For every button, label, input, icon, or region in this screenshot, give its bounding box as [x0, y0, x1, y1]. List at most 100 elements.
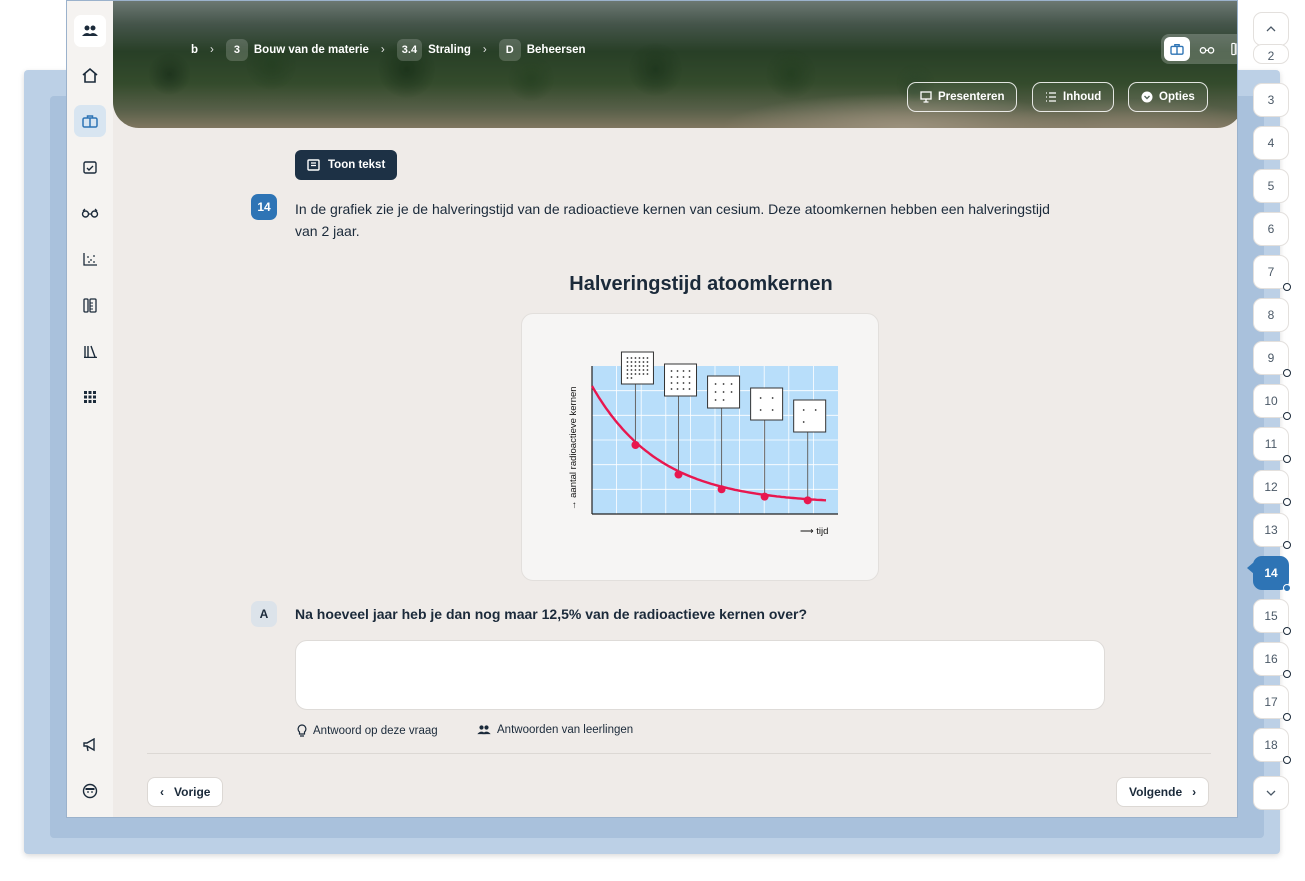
answer-hint-link[interactable]: Antwoord op deze vraag: [297, 724, 438, 737]
glasses-mode-icon[interactable]: [1194, 37, 1220, 61]
progress-dot-icon: [1283, 584, 1291, 592]
progress-dot-icon: [1283, 541, 1291, 549]
page-number-label: 7: [1267, 265, 1275, 279]
page-number-label: 16: [1264, 652, 1278, 666]
glasses-icon[interactable]: [74, 197, 106, 229]
lightbulb-icon: [297, 724, 307, 737]
nucleus-dot: [759, 409, 762, 411]
nucleus-dot: [646, 369, 649, 371]
x-axis-label: ⟶ tijd: [800, 526, 828, 537]
page-16-button[interactable]: 16: [1253, 642, 1291, 678]
view-mode-switch: [1161, 34, 1237, 64]
nucleus-dot: [670, 376, 673, 378]
briefcase-icon[interactable]: [74, 105, 106, 137]
page-12-button[interactable]: 12: [1253, 470, 1291, 506]
nucleus-dot: [630, 377, 633, 379]
page-10-button[interactable]: 10: [1253, 384, 1291, 420]
book-icon: [307, 159, 320, 171]
opties-button[interactable]: Opties: [1128, 82, 1208, 112]
tools-icon[interactable]: [74, 289, 106, 321]
page-9-button[interactable]: 9: [1253, 341, 1291, 377]
inhoud-button[interactable]: Inhoud: [1032, 82, 1115, 112]
pager-down-button[interactable]: [1253, 776, 1289, 810]
home-icon[interactable]: [74, 59, 106, 91]
megaphone-icon[interactable]: [74, 729, 106, 761]
page-number-label: 11: [1264, 437, 1278, 451]
nucleus-dot: [638, 357, 641, 359]
page-11-button[interactable]: 11: [1253, 427, 1291, 463]
page-3-button[interactable]: 3: [1253, 83, 1289, 117]
previous-button[interactable]: ‹ Vorige: [147, 777, 224, 807]
data-point: [803, 496, 812, 505]
nucleus-dot: [771, 409, 774, 411]
page-4-button[interactable]: 4: [1253, 126, 1289, 160]
page-17-button[interactable]: 17: [1253, 685, 1291, 721]
question-number: 14: [251, 194, 277, 220]
page-number-label: 3: [1267, 93, 1275, 107]
nucleus-dot: [730, 391, 733, 393]
nucleus-dot: [676, 388, 679, 390]
page-navigator: 2 3 4 5 6 7 8 9 10 11 12 13 14 15 16 17 18: [1246, 0, 1296, 818]
data-point: [760, 492, 769, 501]
left-rail: [67, 1, 113, 817]
nuclei-box: [620, 351, 654, 385]
library-icon[interactable]: [74, 335, 106, 367]
nucleus-dot: [626, 369, 629, 371]
page-14-button[interactable]: 14: [1253, 556, 1291, 592]
nucleus-dot: [714, 399, 717, 401]
nucleus-dot: [626, 361, 629, 363]
page-7-button[interactable]: 7: [1253, 255, 1291, 291]
page-8-button[interactable]: 8: [1253, 298, 1289, 332]
progress-dot-icon: [1283, 627, 1291, 635]
page-number-label: 13: [1264, 523, 1278, 537]
nucleus-dot: [722, 399, 725, 401]
scatter-chart-icon[interactable]: [74, 243, 106, 275]
page-5-button[interactable]: 5: [1253, 169, 1289, 203]
page-number-label: 4: [1267, 136, 1275, 150]
nucleus-dot: [642, 365, 645, 367]
briefcase-mode-icon[interactable]: [1164, 37, 1190, 61]
nucleus-dot: [814, 409, 817, 411]
group-icon[interactable]: [74, 15, 106, 47]
page-number-label: 8: [1267, 308, 1275, 322]
page-18-button[interactable]: 18: [1253, 728, 1291, 764]
nucleus-dot: [630, 361, 633, 363]
toon-tekst-button[interactable]: Toon tekst: [295, 150, 398, 180]
page-15-button[interactable]: 15: [1253, 599, 1291, 635]
pager-up-button[interactable]: [1253, 12, 1289, 46]
page-6-button[interactable]: 6: [1253, 212, 1289, 246]
apps-grid-icon[interactable]: [74, 381, 106, 413]
page-number-label: 18: [1264, 738, 1278, 752]
student-answers-link[interactable]: Antwoorden van leerlingen: [477, 724, 633, 736]
nucleus-dot: [682, 376, 685, 378]
nucleus-dot: [714, 391, 717, 393]
nucleus-dot: [730, 383, 733, 385]
tools-mode-icon[interactable]: [1224, 37, 1237, 61]
user-avatar-icon[interactable]: [74, 775, 106, 807]
nucleus-dot: [626, 377, 629, 379]
calendar-check-icon[interactable]: [74, 151, 106, 183]
nucleus-dot: [682, 382, 685, 384]
breadcrumb-item-part[interactable]: Beheersen: [527, 44, 586, 56]
nucleus-dot: [682, 388, 685, 390]
page-13-button[interactable]: 13: [1253, 513, 1291, 549]
presenteren-button[interactable]: Presenteren: [907, 82, 1018, 112]
breadcrumb-item-chapter[interactable]: Bouw van de materie: [254, 44, 369, 56]
nucleus-dot: [634, 357, 637, 359]
page-2-button[interactable]: 2: [1253, 44, 1289, 64]
progress-dot-icon: [1283, 498, 1291, 506]
data-point: [674, 470, 683, 479]
app-window: b › 3 Bouw van de materie › 3.4 Straling…: [66, 0, 1238, 818]
nucleus-dot: [634, 365, 637, 367]
progress-dot-icon: [1283, 670, 1291, 678]
divider: [147, 753, 1211, 754]
next-button[interactable]: Volgende ›: [1116, 777, 1210, 807]
breadcrumb: b › 3 Bouw van de materie › 3.4 Straling…: [191, 39, 586, 61]
nucleus-dot: [688, 388, 691, 390]
breadcrumb-item-section[interactable]: Straling: [428, 44, 471, 56]
nucleus-dot: [638, 365, 641, 367]
nuclei-box: [664, 363, 698, 397]
answer-input[interactable]: [295, 640, 1105, 710]
breadcrumb-item-root[interactable]: b: [191, 44, 198, 56]
data-point: [717, 485, 726, 494]
